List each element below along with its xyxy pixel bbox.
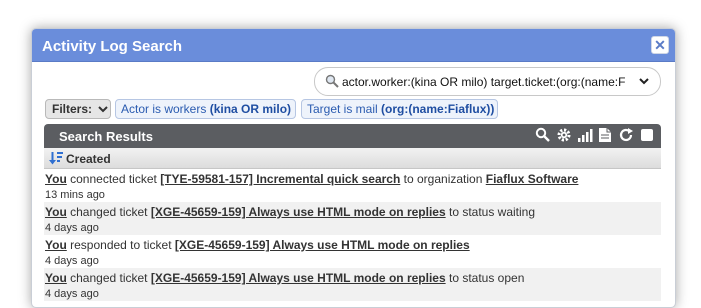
list-item: You changed ticket [XGE-45659-159] Alway… [44,202,661,235]
filters-button[interactable]: Filters: [45,99,111,119]
actor-link[interactable]: You [45,238,67,252]
verb-text: changed ticket [70,271,148,285]
chip-prefix: Actor is workers [121,102,207,116]
list-item: You responded to ticket [XGE-45659-159] … [44,235,661,268]
ticket-link[interactable]: [XGE-45659-159] Always use HTML mode on … [151,271,446,285]
export-icon[interactable] [598,127,614,143]
timestamp: 13 mins ago [45,189,105,201]
search-query[interactable]: actor.worker:(kina OR milo) target.ticke… [342,75,627,89]
actor-link[interactable]: You [45,172,67,186]
actor-link[interactable]: You [45,205,67,219]
actor-link[interactable]: You [45,271,67,285]
results-header: Search Results [44,124,661,148]
list-item: You connected ticket [TYE-59581-157] Inc… [44,169,661,202]
chip-value: (kina OR milo) [209,102,292,116]
target-link[interactable]: Fiaflux Software [486,172,579,186]
results-title: Search Results [59,129,153,144]
magnifier-icon [325,74,339,91]
ticket-link[interactable]: [TYE-59581-157] Incremental quick search [160,172,400,186]
ticket-link[interactable]: [XGE-45659-159] Always use HTML mode on … [151,205,446,219]
checkbox-icon[interactable] [640,128,656,144]
suffix-text: to status open [448,271,525,285]
column-header-created[interactable]: Created [44,148,661,169]
ticket-link[interactable]: [XGE-45659-159] Always use HTML mode on … [175,238,470,252]
chip-value: (org:(name:Fiaflux)) [381,102,495,116]
close-button[interactable]: ✕ [651,36,669,54]
verb-text: responded to ticket [70,238,172,252]
dialog-title: Activity Log Search [42,38,183,55]
timestamp: 4 days ago [45,255,99,267]
timestamp: 4 days ago [45,222,99,234]
refresh-icon[interactable] [618,127,634,143]
dialog-titlebar[interactable]: Activity Log Search ✕ [32,29,675,62]
timestamp: 4 days ago [45,288,99,300]
filters-label: Filters: [52,102,93,116]
chip-prefix: Target is mail [307,102,378,116]
verb-text: connected ticket [70,172,157,186]
verb-text: changed ticket [70,205,148,219]
results-list: You connected ticket [TYE-59581-157] Inc… [44,169,661,301]
bar-chart-icon[interactable] [577,127,593,143]
sort-descending-icon [49,151,63,168]
activity-log-dialog: Activity Log Search ✕ actor.worker:(kina… [31,28,676,308]
search-input[interactable]: actor.worker:(kina OR milo) target.ticke… [314,67,661,96]
chevron-down-icon [98,106,109,113]
filter-chip-target[interactable]: Target is mail (org:(name:Fiaflux)) [301,99,498,119]
suffix-text: to organization [403,172,483,186]
chevron-down-icon[interactable] [638,75,650,90]
search-icon[interactable] [535,127,551,143]
suffix-text: to status waiting [448,205,536,219]
gear-icon[interactable] [556,127,572,143]
column-label: Created [66,152,111,166]
list-item: You changed ticket [XGE-45659-159] Alway… [44,268,661,301]
filter-chip-actor[interactable]: Actor is workers (kina OR milo) [115,99,296,119]
